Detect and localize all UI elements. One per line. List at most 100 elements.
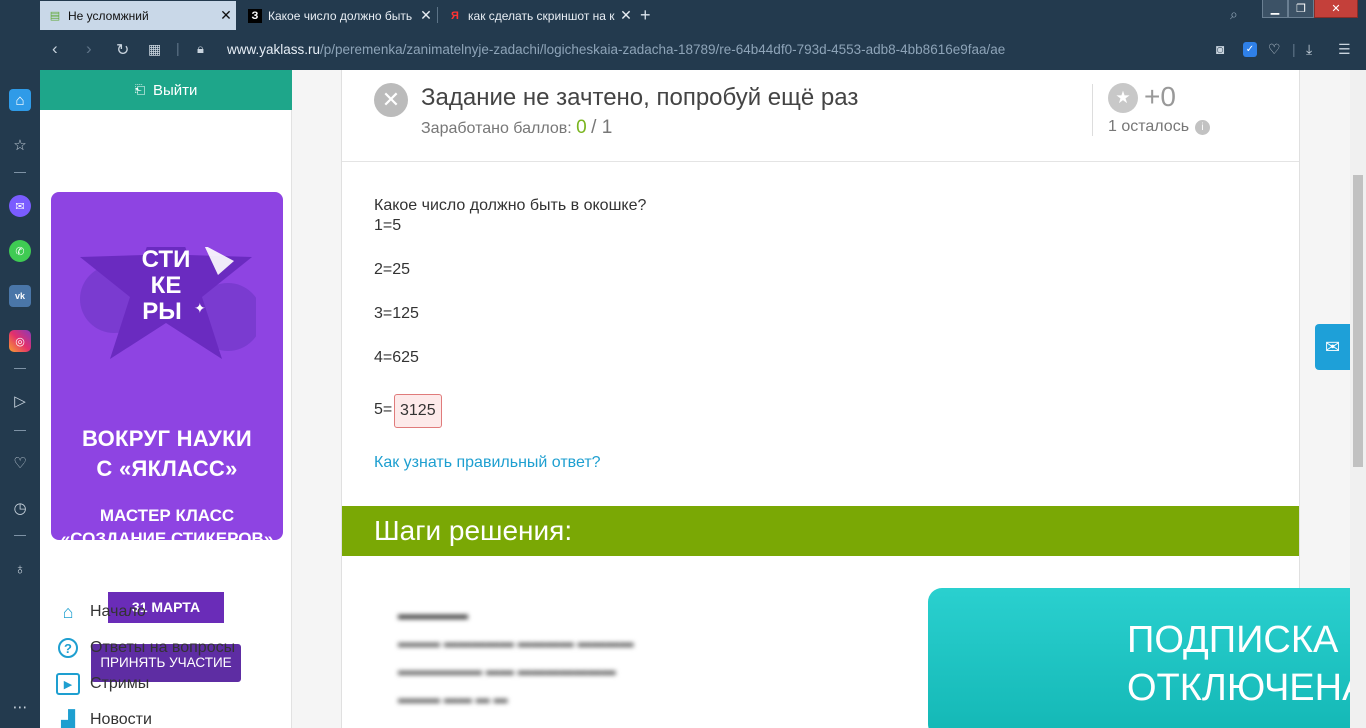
- maximize-button[interactable]: ❐: [1288, 0, 1314, 18]
- nav-item-home[interactable]: ⌂ Начало: [56, 594, 235, 630]
- promo-subline-line-2: «СОЗДАНИЕ СТИКЕРОВ»: [60, 529, 274, 548]
- star-text-3: РЫ: [142, 298, 182, 325]
- logout-icon: ⎗: [134, 82, 145, 97]
- blurred-solution-preview: ▬▬▬▬▬ ▬▬▬ ▬▬▬▬▬ ▬▬▬▬ ▬▬▬▬ ▬▬▬▬▬▬ ▬▬ ▬▬▬▬▬▬…: [398, 606, 634, 706]
- sidebar-divider: [14, 172, 26, 173]
- header-divider: [1092, 84, 1093, 136]
- nav-item-answers[interactable]: ? Ответы на вопросы: [56, 630, 235, 666]
- site-nav: ⌂ Начало ? Ответы на вопросы ▶ Стримы ▟ …: [56, 594, 235, 728]
- star-text-1: СТИ: [142, 247, 191, 273]
- mail-icon: ✉: [1324, 336, 1341, 357]
- star-text-2: КЕ: [151, 272, 182, 299]
- home-icon: ⌂: [62, 601, 74, 622]
- promo-subline-line-3: ОТ НАУКОГРАДА: [95, 552, 239, 571]
- yandex-favicon-icon: Я: [451, 9, 459, 22]
- feedback-mail-button[interactable]: ✉: [1315, 324, 1350, 370]
- tab-bar: ▤ Не усломжний ✕ З Какое число должно бы…: [0, 0, 1366, 30]
- book-favicon-icon: ▤: [49, 10, 61, 22]
- player-icon[interactable]: ▷: [9, 390, 31, 412]
- easy-setup-menu-icon[interactable]: ☰: [1338, 41, 1351, 58]
- minimize-button[interactable]: ▁: [1262, 0, 1288, 18]
- history-clock-icon[interactable]: ◷: [9, 497, 31, 519]
- answer-box[interactable]: 3125: [394, 394, 442, 428]
- left-column: ⎗ Выйти СТИ КЕ РЫ ✦ ВОКРУГ НАУКИ С «ЯКЛАС…: [40, 70, 292, 728]
- address-divider: |: [176, 40, 180, 56]
- instagram-icon[interactable]: ◎: [9, 330, 31, 352]
- heart-icon[interactable]: ♡: [9, 452, 31, 474]
- url-host: www.yaklass.ru: [227, 42, 321, 57]
- how-to-answer-link[interactable]: Как узнать правильный ответ?: [374, 454, 601, 472]
- url-field[interactable]: www.yaklass.ru/p/peremenka/zanimatelnyje…: [227, 42, 1005, 57]
- scrollbar-thumb[interactable]: [1353, 175, 1363, 467]
- sidebar-divider: [14, 368, 26, 369]
- snapshot-camera-icon[interactable]: ◙: [1216, 41, 1224, 57]
- question-icon: ?: [58, 638, 78, 658]
- speed-dial-icon[interactable]: ⌂: [9, 89, 31, 111]
- lock-icon[interactable]: 🔒︎: [197, 41, 204, 57]
- answer-prefix: 5=: [374, 401, 393, 418]
- attempts-left-label: 1 осталось: [1108, 118, 1190, 135]
- more-dots-icon[interactable]: ⋯: [9, 696, 31, 718]
- tab-title: Не усломжний: [68, 8, 149, 23]
- nav-label: Стримы: [90, 675, 150, 692]
- subscription-popup[interactable]: ПОДПИСКА Я + ОТКЛЮЧЕНА: [928, 588, 1366, 728]
- download-icon[interactable]: ⤓: [1306, 41, 1312, 58]
- news-icon: ▟: [61, 709, 75, 728]
- forward-icon[interactable]: ›: [86, 39, 92, 59]
- play-icon: ▶: [56, 673, 80, 695]
- tab-close-icon[interactable]: ✕: [216, 7, 236, 24]
- address-bar: ‹ › ↻ ▦ | 🔒︎ www.yaklass.ru/p/peremenka/…: [0, 30, 1366, 70]
- failed-x-icon: ✕: [374, 83, 408, 117]
- vk-icon[interactable]: vk: [9, 285, 31, 307]
- logout-label: Выйти: [152, 81, 198, 99]
- tabs-grid-icon[interactable]: ▦: [148, 41, 161, 58]
- bookmarks-star-icon[interactable]: ☆: [9, 134, 31, 156]
- nav-label: Начало: [90, 603, 146, 620]
- nav-item-streams[interactable]: ▶ Стримы: [56, 666, 235, 702]
- bonus-points: +0: [1144, 81, 1176, 112]
- star-icon: ★: [1108, 83, 1138, 113]
- nav-label: Новости: [90, 711, 152, 728]
- score-value: 0: [576, 117, 587, 138]
- nav-item-news[interactable]: ▟ Новости: [56, 702, 235, 728]
- svg-text:✦: ✦: [194, 301, 206, 317]
- promo-headline: ВОКРУГ НАУКИ С «ЯКЛАСС»: [51, 424, 283, 484]
- sticker-star-graphic: СТИ КЕ РЫ ✦: [80, 247, 256, 359]
- reload-icon[interactable]: ↻: [116, 40, 129, 60]
- score-total: / 1: [591, 117, 613, 138]
- whatsapp-icon[interactable]: ✆: [9, 240, 31, 262]
- info-icon[interactable]: i: [1195, 120, 1211, 135]
- messenger-icon[interactable]: ✉: [9, 195, 31, 217]
- tab-close-icon[interactable]: ✕: [416, 7, 436, 24]
- lightbulb-icon[interactable]: ♁: [9, 558, 31, 580]
- bookmark-heart-icon[interactable]: ♡: [1268, 41, 1281, 58]
- back-icon[interactable]: ‹: [52, 39, 58, 59]
- adblock-shield-icon[interactable]: ✓: [1243, 42, 1257, 57]
- attempts-left: 1 осталось i: [1108, 118, 1211, 136]
- toolbar-divider: |: [1292, 41, 1296, 57]
- tab-close-icon[interactable]: ✕: [616, 7, 636, 24]
- page-viewport: ⎗ Выйти СТИ КЕ РЫ ✦ ВОКРУГ НАУКИ С «ЯКЛАС…: [40, 70, 1366, 728]
- promo-subline: МАСТЕР КЛАСС «СОЗДАНИЕ СТИКЕРОВ» ОТ НАУКОГ…: [51, 504, 283, 573]
- new-tab-plus-icon[interactable]: +: [640, 5, 651, 26]
- tab-3[interactable]: Я как сделать скриншот на к ✕: [440, 1, 636, 30]
- url-path: /p/peremenka/zanimatelnyje-zadachi/logic…: [320, 42, 1006, 57]
- opera-sidebar: ⌂ ☆ ✉ ✆ vk ◎ ▷ ♡ ◷ ♁ ⋯: [0, 0, 40, 728]
- tab-1[interactable]: ▤ Не усломжний ✕: [40, 1, 236, 30]
- nav-label: Ответы на вопросы: [90, 639, 236, 656]
- equation-line: 1=5: [374, 217, 402, 234]
- promo-headline-line-2: С «ЯКЛАСС»: [96, 456, 238, 481]
- znanija-favicon-icon: З: [248, 8, 262, 23]
- logout-button[interactable]: ⎗ Выйти: [40, 70, 292, 110]
- close-window-button[interactable]: ✕: [1314, 0, 1358, 18]
- page-scrollbar[interactable]: [1350, 70, 1366, 728]
- equation-line: 3=125: [374, 305, 419, 322]
- tab-search-icon[interactable]: ⌕: [1230, 6, 1238, 23]
- tab-title: Какое число должно быть в: [268, 8, 416, 23]
- promo-banner[interactable]: СТИ КЕ РЫ ✦ ВОКРУГ НАУКИ С «ЯКЛАСС» МАСТЕ…: [51, 192, 283, 687]
- tab-title: как сделать скриншот на к: [468, 8, 615, 23]
- equation-line: 2=25: [374, 261, 411, 278]
- tab-2[interactable]: З Какое число должно быть в ✕: [240, 1, 436, 30]
- promo-subline-line-1: МАСТЕР КЛАСС: [99, 506, 235, 525]
- score-label: Заработано баллов:: [421, 120, 572, 137]
